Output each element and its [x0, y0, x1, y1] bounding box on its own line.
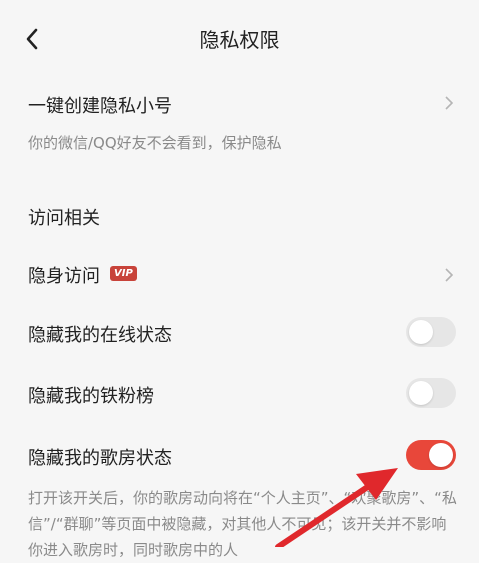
stealth-visit-label: 隐身访问: [28, 266, 100, 287]
hide-fans-list-label: 隐藏我的铁粉榜: [28, 386, 154, 407]
room-status-description: 打开该开关后，你的歌房动向将在“个人主页”、“欢聚歌房”、“私信”/“群聊”等页…: [28, 489, 457, 559]
section-title: 访问相关: [28, 208, 100, 229]
hide-online-status-label: 隐藏我的在线状态: [28, 325, 172, 346]
vip-badge: VIP: [110, 266, 137, 281]
page-title: 隐私权限: [199, 28, 280, 52]
hide-online-status-toggle[interactable]: [406, 317, 456, 347]
hide-fans-list-toggle[interactable]: [406, 378, 456, 408]
chevron-right-icon: [445, 96, 454, 110]
create-alt-account-label: 一键创建隐私小号: [28, 96, 172, 117]
chevron-right-icon: [445, 268, 454, 282]
hide-room-status-toggle[interactable]: [406, 440, 456, 470]
create-alt-account-hint: 你的微信/QQ好友不会看到，保护隐私: [28, 134, 282, 152]
hide-room-status-label: 隐藏我的歌房状态: [28, 448, 172, 469]
create-alt-account-row[interactable]: 一键创建隐私小号 你的微信/QQ好友不会看到，保护隐私: [0, 86, 479, 162]
stealth-visit-row[interactable]: 隐身访问 VIP: [0, 256, 479, 296]
